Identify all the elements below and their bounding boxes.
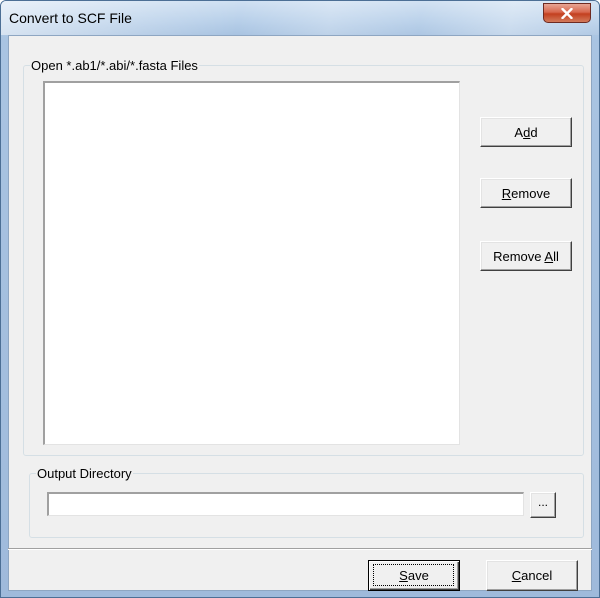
save-button-label: Save xyxy=(399,568,429,583)
dialog-window: Convert to SCF File Open *.ab1/*.abi/*.f… xyxy=(0,0,600,598)
footer-separator xyxy=(8,548,592,550)
remove-button[interactable]: Remove xyxy=(480,178,572,208)
remove-all-button-label: Remove All xyxy=(493,248,559,264)
output-directory-input[interactable] xyxy=(47,492,524,516)
browse-button-label: ... xyxy=(537,495,548,509)
browse-button[interactable]: ... xyxy=(530,492,556,518)
close-button[interactable] xyxy=(543,3,591,23)
add-button-label: Add xyxy=(514,124,538,140)
cancel-button-label: Cancel xyxy=(511,568,553,583)
file-list[interactable] xyxy=(43,81,460,445)
save-button[interactable]: Save xyxy=(368,560,460,591)
close-x-icon xyxy=(561,7,573,19)
remove-all-button[interactable]: Remove All xyxy=(480,241,572,271)
remove-button-label: Remove xyxy=(501,185,551,201)
cancel-button[interactable]: Cancel xyxy=(486,560,578,591)
files-group-label: Open *.ab1/*.abi/*.fasta Files xyxy=(30,58,199,73)
title-bar[interactable]: Convert to SCF File xyxy=(1,1,599,35)
window-title: Convert to SCF File xyxy=(9,10,132,26)
output-directory-label: Output Directory xyxy=(36,466,133,481)
add-button[interactable]: Add xyxy=(480,117,572,147)
